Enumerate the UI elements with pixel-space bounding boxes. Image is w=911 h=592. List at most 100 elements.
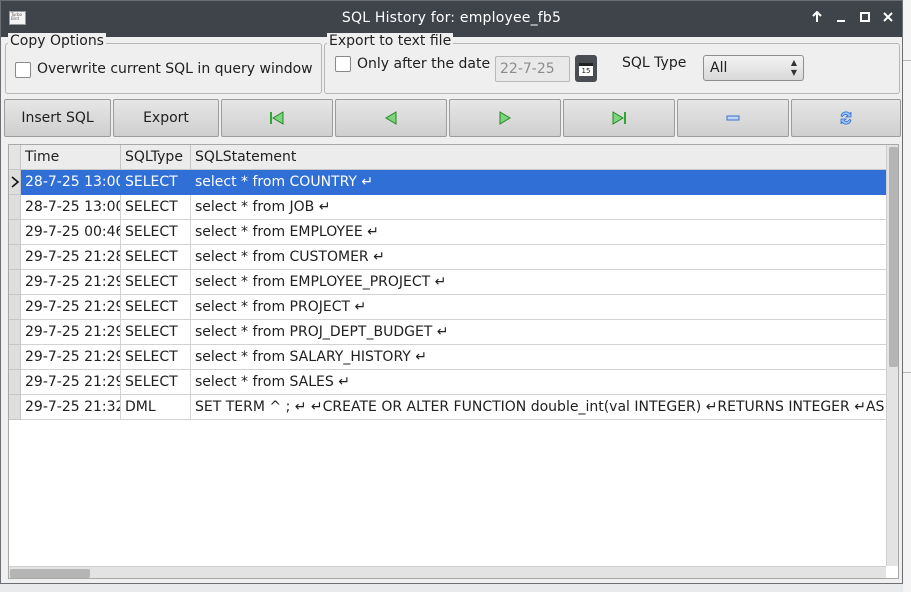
last-record-button[interactable] bbox=[563, 99, 675, 137]
cell-time[interactable]: 29-7-25 21:29: bbox=[21, 370, 121, 395]
table-row[interactable]: 29-7-25 21:29: SELECT select * from PROJEC… bbox=[9, 295, 887, 320]
vertical-scrollbar[interactable] bbox=[886, 145, 898, 566]
cell-sqltype[interactable]: SELECT bbox=[121, 245, 191, 270]
cell-sqlstatement[interactable]: select * from CUSTOMER ↵ bbox=[191, 245, 887, 270]
table-row[interactable]: 28-7-25 13:00: SELECT select * from JOB ↵ bbox=[9, 195, 887, 220]
calendar-icon: 15 bbox=[579, 63, 593, 76]
overwrite-label[interactable]: Overwrite current SQL in query window bbox=[37, 61, 313, 77]
calendar-day: 15 bbox=[581, 67, 591, 75]
sql-type-select[interactable]: All ▲ ▼ bbox=[703, 55, 804, 81]
refresh-button[interactable] bbox=[791, 99, 901, 137]
cell-time[interactable]: 29-7-25 21:29: bbox=[21, 295, 121, 320]
next-record-icon bbox=[499, 111, 511, 125]
cell-sqlstatement[interactable]: select * from EMPLOYEE_PROJECT ↵ bbox=[191, 270, 887, 295]
cell-sqlstatement[interactable]: SET TERM ^ ; ↵ ↵CREATE OR ALTER FUNCTION… bbox=[191, 395, 887, 420]
horizontal-scrollbar[interactable] bbox=[9, 566, 886, 578]
cell-time[interactable]: 28-7-25 13:00: bbox=[21, 170, 121, 195]
last-record-icon bbox=[612, 111, 626, 125]
cell-sqlstatement[interactable]: select * from PROJ_DEPT_BUDGET ↵ bbox=[191, 320, 887, 345]
title-bar[interactable]: Turbo Bird SQL History for: employee_fb5 bbox=[1, 1, 902, 37]
cell-sqltype[interactable]: SELECT bbox=[121, 195, 191, 220]
table-row[interactable]: 29-7-25 21:28: SELECT select * from CUSTOM… bbox=[9, 245, 887, 270]
cell-time[interactable]: 29-7-25 21:28: bbox=[21, 245, 121, 270]
close-icon bbox=[883, 12, 893, 22]
calendar-button[interactable]: 15 bbox=[575, 55, 597, 82]
row-indicator[interactable] bbox=[9, 320, 21, 345]
cell-sqlstatement[interactable]: select * from PROJECT ↵ bbox=[191, 295, 887, 320]
row-indicator[interactable] bbox=[9, 245, 21, 270]
row-indicator[interactable] bbox=[9, 170, 21, 195]
window-title: SQL History for: employee_fb5 bbox=[341, 10, 562, 26]
cell-sqltype[interactable]: SELECT bbox=[121, 320, 191, 345]
cell-sqlstatement[interactable]: select * from COUNTRY ↵ bbox=[191, 170, 887, 195]
cell-sqltype[interactable]: SELECT bbox=[121, 220, 191, 245]
row-indicator[interactable] bbox=[9, 295, 21, 320]
spin-arrows-icon: ▲ ▼ bbox=[790, 58, 797, 77]
only-after-date-checkbox[interactable] bbox=[335, 56, 351, 72]
prior-record-button[interactable] bbox=[335, 99, 447, 137]
sql-type-label: SQL Type bbox=[622, 55, 687, 71]
cell-sqltype[interactable]: SELECT bbox=[121, 270, 191, 295]
background-divider bbox=[903, 60, 911, 61]
row-indicator[interactable] bbox=[9, 345, 21, 370]
prior-record-icon bbox=[385, 111, 397, 125]
table-row[interactable]: 29-7-25 21:32: DML SET TERM ^ ; ↵ ↵CREATE … bbox=[9, 395, 887, 420]
refresh-icon bbox=[840, 111, 852, 125]
column-header-time[interactable]: Time bbox=[21, 145, 121, 170]
sql-history-window: Turbo Bird SQL History for: employee_fb5… bbox=[0, 0, 903, 584]
cell-sqltype[interactable]: SELECT bbox=[121, 370, 191, 395]
cell-time[interactable]: 29-7-25 21:29: bbox=[21, 345, 121, 370]
date-input[interactable]: 22-7-25 bbox=[495, 56, 570, 82]
next-record-button[interactable] bbox=[449, 99, 561, 137]
close-button[interactable] bbox=[878, 9, 898, 29]
row-indicator[interactable] bbox=[9, 220, 21, 245]
cell-time[interactable]: 28-7-25 13:00: bbox=[21, 195, 121, 220]
table-row[interactable]: 28-7-25 13:00: SELECT select * from COUNTR… bbox=[9, 170, 887, 195]
minimize-icon bbox=[837, 20, 845, 22]
only-after-date-label[interactable]: Only after the date bbox=[357, 56, 490, 72]
cell-sqltype[interactable]: SELECT bbox=[121, 170, 191, 195]
cell-time[interactable]: 29-7-25 21:32: bbox=[21, 395, 121, 420]
column-header-sqlstatement[interactable]: SQLStatement bbox=[191, 145, 887, 170]
first-record-icon bbox=[270, 111, 284, 125]
cell-sqltype[interactable]: DML bbox=[121, 395, 191, 420]
maximize-button[interactable] bbox=[855, 9, 875, 29]
overwrite-checkbox[interactable] bbox=[15, 62, 31, 78]
minus-icon bbox=[726, 115, 740, 121]
table-row[interactable]: 29-7-25 21:29: SELECT select * from EMPLOY… bbox=[9, 270, 887, 295]
current-row-icon bbox=[11, 176, 20, 188]
cell-sqltype[interactable]: SELECT bbox=[121, 295, 191, 320]
cell-time[interactable]: 29-7-25 00:46: bbox=[21, 220, 121, 245]
horizontal-scroll-thumb[interactable] bbox=[10, 569, 90, 578]
minimize-button[interactable] bbox=[831, 9, 851, 29]
background-window bbox=[903, 0, 911, 592]
delete-record-button[interactable] bbox=[677, 99, 789, 137]
grid-header: Time SQLType SQLStatement bbox=[9, 145, 887, 170]
cell-sqlstatement[interactable]: select * from JOB ↵ bbox=[191, 195, 887, 220]
background-divider bbox=[903, 372, 911, 373]
cell-sqlstatement[interactable]: select * from EMPLOYEE ↵ bbox=[191, 220, 887, 245]
keep-above-button[interactable] bbox=[807, 9, 827, 29]
row-indicator[interactable] bbox=[9, 370, 21, 395]
column-header-sqltype[interactable]: SQLType bbox=[121, 145, 191, 170]
cell-sqlstatement[interactable]: select * from SALARY_HISTORY ↵ bbox=[191, 345, 887, 370]
vertical-scroll-thumb[interactable] bbox=[889, 147, 898, 367]
table-row[interactable]: 29-7-25 21:29: SELECT select * from SALARY… bbox=[9, 345, 887, 370]
first-record-button[interactable] bbox=[221, 99, 333, 137]
sql-history-grid[interactable]: Time SQLType SQLStatement 28-7-25 13:00:… bbox=[8, 144, 899, 579]
cell-time[interactable]: 29-7-25 21:29: bbox=[21, 320, 121, 345]
row-indicator[interactable] bbox=[9, 270, 21, 295]
cell-sqlstatement[interactable]: select * from SALES ↵ bbox=[191, 370, 887, 395]
copy-options-title: Copy Options bbox=[8, 33, 106, 49]
export-button[interactable]: Export bbox=[113, 99, 219, 137]
row-indicator[interactable] bbox=[9, 195, 21, 220]
sql-type-value: All bbox=[710, 60, 728, 76]
row-indicator[interactable] bbox=[9, 395, 21, 420]
table-row[interactable]: 29-7-25 21:29: SELECT select * from SALES … bbox=[9, 370, 887, 395]
table-row[interactable]: 29-7-25 00:46: SELECT select * from EMPLOY… bbox=[9, 220, 887, 245]
export-group-title: Export to text file bbox=[327, 33, 454, 49]
cell-sqltype[interactable]: SELECT bbox=[121, 345, 191, 370]
table-row[interactable]: 29-7-25 21:29: SELECT select * from PROJ_D… bbox=[9, 320, 887, 345]
cell-time[interactable]: 29-7-25 21:29: bbox=[21, 270, 121, 295]
insert-sql-button[interactable]: Insert SQL bbox=[4, 99, 111, 137]
